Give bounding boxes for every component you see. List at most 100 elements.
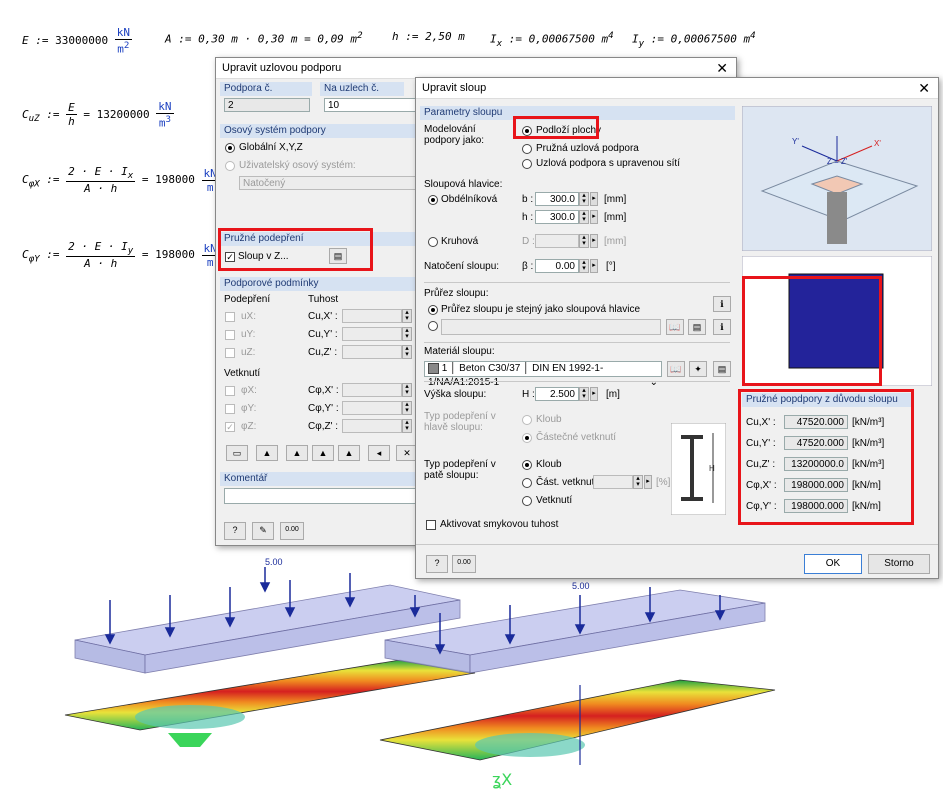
checkbox-phiy[interactable] [225,404,235,414]
radio-elastic-nodal[interactable] [522,144,532,154]
H-field[interactable]: 2.500 [535,387,579,401]
D-arrow[interactable]: ▸ [590,234,598,248]
H-spinner[interactable]: ▴ ▾ [579,387,589,401]
formula-E: E := 33000000 kN m2 [22,26,132,56]
radio-user-axis[interactable] [225,161,235,171]
support-no-field[interactable]: 2 [224,98,310,112]
b-arrow[interactable]: ▸ [590,192,598,206]
cuy-field[interactable] [342,327,402,341]
radio-rectangular[interactable] [428,195,438,205]
cux-spinner[interactable]: ▴ ▾ [402,309,412,323]
h-arrow[interactable]: ▸ [590,210,598,224]
calculator-icon[interactable]: 0.00 [280,522,304,540]
support-type-roller-icon[interactable]: ▲ [312,445,334,461]
radio-head-partial[interactable] [522,433,532,443]
b-spinner[interactable]: ▴ ▾ [579,192,589,206]
support-type-spring-icon[interactable]: ◂ [368,445,390,461]
H-arrow[interactable]: ▸ [590,387,598,401]
label-global-xyz: Globální X,Y,Z [239,142,303,153]
support-type-free-icon[interactable]: ▭ [226,445,248,461]
ok-button[interactable]: OK [804,554,862,574]
cphiz-field[interactable] [342,419,402,433]
section-info-icon[interactable]: ℹ [713,319,731,335]
D-spinner[interactable]: ▴ ▾ [579,234,589,248]
label-support-col: Podepření [224,294,271,305]
foot-partial-arrow[interactable]: ▸ [644,475,652,489]
h-field[interactable]: 300.0 [535,210,579,224]
group-support-no: Podpora č. [220,82,312,96]
label-cuy: Cu,Y' : [308,329,338,340]
cux-field[interactable] [342,309,402,323]
foot-partial-spinner[interactable]: ▴ ▾ [633,475,643,489]
cuz-field[interactable] [342,345,402,359]
formula-CphiY: CφY := 2 · E · Iy A · h = 198000 kN m [22,240,219,271]
cuz-spinner[interactable]: ▴ ▾ [402,345,412,359]
material-select[interactable]: 1 │ Beton C30/37 │ DIN EN 1992-1-1/NA/A1… [424,361,662,388]
beta-arrow[interactable]: ▸ [590,259,598,273]
cphiy-spinner[interactable]: ▴ ▾ [402,401,412,415]
checkbox-phiz[interactable]: ✓ [225,422,235,432]
beta-field[interactable]: 0.00 [535,259,579,273]
info-icon[interactable]: ℹ [713,296,731,312]
nodes-field[interactable]: 10 [324,98,416,112]
close-icon[interactable]: ✕ [716,60,728,77]
label-restraint: Vetknutí [224,368,261,379]
checkbox-shear-stiffness[interactable] [426,520,436,530]
h-spinner[interactable]: ▴ ▾ [579,210,589,224]
radio-global-xyz[interactable] [225,143,235,153]
radio-circular[interactable] [428,237,438,247]
help-icon[interactable]: ? [224,522,246,540]
label-rotation: Natočení sloupu: [424,261,500,272]
cphiy-field[interactable] [342,401,402,415]
comment-field[interactable] [224,488,419,504]
help-icon[interactable]: ? [426,555,448,573]
rotated-select[interactable]: Natočený [239,176,419,190]
label-section-same: Průřez sloupu je stejný jako sloupová hl… [441,304,640,315]
label-section: Průřez sloupu: [424,288,489,299]
label-ux: uX: [241,311,257,322]
cphiz-spinner[interactable]: ▴ ▾ [402,419,412,433]
label-model-as: Modelování podpory jako: [424,124,485,146]
label-head-type: Typ podepření v hlavě sloupu: [424,411,496,433]
label-head-partial: Částečné vetknutí [536,432,617,443]
section-edit-icon[interactable]: ▤ [688,319,706,335]
checkbox-phix[interactable] [225,386,235,396]
checkbox-ux[interactable] [225,312,235,322]
support-type-fixed-icon[interactable]: ▲ [286,445,308,461]
material-new-icon[interactable]: ✦ [689,361,707,377]
dialog2-title: Upravit sloup [422,82,487,94]
label-h: h : [522,212,534,223]
support-type-sliding-icon[interactable]: ▲ [338,445,360,461]
radio-foot-hinge[interactable] [522,460,532,470]
section-library-icon[interactable]: 📖 [666,319,684,335]
label-uy: uY: [241,329,256,340]
label-cphiy: Cφ,Y' : [308,403,339,414]
checkbox-uz[interactable] [225,348,235,358]
D-field[interactable] [535,234,579,248]
section-select[interactable] [441,319,661,335]
radio-head-hinge[interactable] [522,415,532,425]
radio-foot-fixed[interactable] [522,496,532,506]
beta-spinner[interactable]: ▴ ▾ [579,259,589,273]
b-field[interactable]: 300.0 [535,192,579,206]
radio-section-custom[interactable] [428,321,438,331]
calculator-icon[interactable]: 0.00 [452,555,476,573]
material-edit-icon[interactable]: ▤ [713,361,731,377]
cancel-button[interactable]: Storno [868,554,930,574]
checkbox-uy[interactable] [225,330,235,340]
cphix-field[interactable] [342,383,402,397]
cphix-spinner[interactable]: ▴ ▾ [402,383,412,397]
label-user-axis: Uživatelský osový systém: [239,160,356,171]
cuy-spinner[interactable]: ▴ ▾ [402,327,412,341]
edit-icon[interactable]: ✎ [252,522,274,540]
support-type-hinged-icon[interactable]: ▲ [256,445,278,461]
radio-nodal-mesh[interactable] [522,159,532,169]
label-phiz: φZ: [241,421,257,432]
radio-foot-partial[interactable] [522,478,532,488]
close-icon[interactable]: ✕ [918,80,930,97]
svg-text:X': X' [874,139,881,148]
radio-section-same[interactable] [428,305,438,315]
foot-partial-field[interactable] [593,475,633,489]
material-library-icon[interactable]: 📖 [667,361,685,377]
label-nodal-mesh: Uzlová podpora s upravenou sítí [536,158,680,169]
